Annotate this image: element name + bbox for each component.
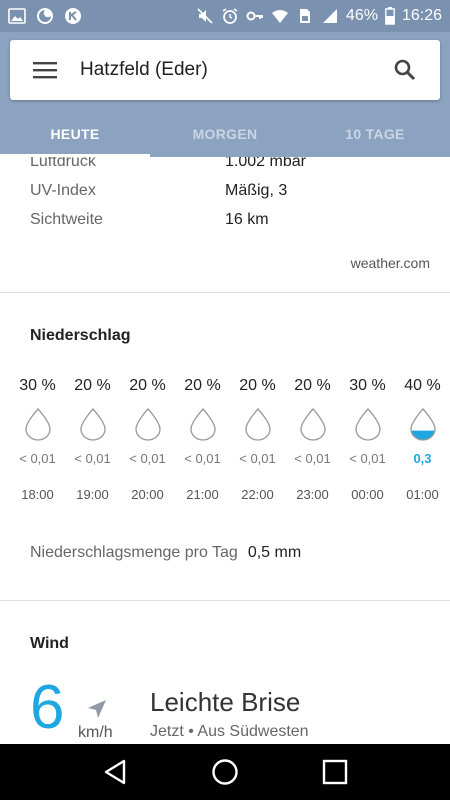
hamburger-menu-icon <box>33 62 57 79</box>
raindrop-icon <box>244 408 271 441</box>
precipitation-time: 19:00 <box>76 487 109 502</box>
source-link[interactable]: weather.com <box>351 255 430 271</box>
content-scroll[interactable]: Luftdruck 1.002 mbar UV-Index Mäßig, 3 S… <box>0 157 450 744</box>
daily-precipitation-value: 0,5 mm <box>247 544 302 561</box>
battery-percent: 46% <box>345 7 378 24</box>
location-search-card[interactable]: Hatzfeld (Eder) <box>10 40 440 100</box>
precipitation-time: 23:00 <box>296 487 329 502</box>
back-button[interactable] <box>90 747 140 797</box>
tab-10-tage[interactable]: 10 TAGE <box>300 110 450 157</box>
precipitation-time: 21:00 <box>186 487 219 502</box>
recents-square-icon <box>322 759 348 785</box>
raindrop-icon <box>409 408 436 441</box>
menu-button[interactable] <box>10 40 80 100</box>
precipitation-probability: 20 % <box>129 377 166 394</box>
precipitation-amount: < 0,01 <box>129 451 166 466</box>
clock: 16:26 <box>401 7 442 24</box>
raindrop-icon <box>134 408 161 441</box>
signal-icon <box>321 7 339 25</box>
wind-unit: km/h <box>78 724 113 741</box>
gallery-notification-icon <box>8 7 26 25</box>
precipitation-amount: < 0,01 <box>294 451 331 466</box>
detail-value: 16 km <box>225 211 269 228</box>
raindrop-icon <box>79 408 106 441</box>
wind-title: Wind <box>30 635 69 652</box>
precipitation-hour: 20 % < 0,01 20:00 <box>120 377 175 517</box>
precipitation-hour: 30 % < 0,01 00:00 <box>340 377 395 517</box>
back-triangle-icon <box>104 759 126 785</box>
precipitation-amount: 0,3 <box>413 451 432 466</box>
precipitation-hour: 40 % 0,3 01:00 <box>395 377 450 517</box>
tab-heute[interactable]: HEUTE <box>0 110 150 157</box>
detail-label: Luftdruck <box>30 157 96 170</box>
precipitation-probability: 30 % <box>19 377 56 394</box>
precipitation-time: 22:00 <box>241 487 274 502</box>
sim-icon <box>296 7 314 25</box>
firefox-notification-icon <box>36 7 54 25</box>
precipitation-probability: 20 % <box>184 377 221 394</box>
precipitation-probability: 30 % <box>349 377 386 394</box>
precipitation-probability: 20 % <box>74 377 111 394</box>
raindrop-icon <box>189 408 216 441</box>
detail-label: UV-Index <box>30 182 96 199</box>
detail-row-sichtweite: Sichtweite 16 km <box>30 211 430 229</box>
precipitation-probability: 40 % <box>404 377 441 394</box>
tab-morgen[interactable]: MORGEN <box>150 110 300 157</box>
location-title[interactable]: Hatzfeld (Eder) <box>80 59 370 81</box>
precipitation-amount: < 0,01 <box>19 451 56 466</box>
precipitation-hour: 20 % < 0,01 22:00 <box>230 377 285 517</box>
precipitation-title: Niederschlag <box>30 327 131 344</box>
precipitation-amount: < 0,01 <box>239 451 276 466</box>
alarm-icon <box>221 7 239 25</box>
daily-precipitation: Niederschlagsmenge pro Tag 0,5 mm <box>30 544 301 562</box>
precipitation-probability: 20 % <box>294 377 331 394</box>
detail-value: 1.002 mbar <box>225 157 306 170</box>
navigation-bar <box>0 744 450 800</box>
raindrop-icon <box>354 408 381 441</box>
precipitation-hour: 20 % < 0,01 23:00 <box>285 377 340 517</box>
battery-icon <box>385 7 395 25</box>
status-bar: 46% 16:26 <box>0 0 450 32</box>
detail-row-luftdruck: Luftdruck 1.002 mbar <box>30 157 430 171</box>
mute-icon <box>196 7 214 25</box>
wind-speed: 6 <box>30 673 65 742</box>
search-button[interactable] <box>370 40 440 100</box>
precipitation-time: 18:00 <box>21 487 54 502</box>
precipitation-probability: 20 % <box>239 377 276 394</box>
wind-description: Leichte Brise <box>150 687 301 717</box>
divider <box>0 292 450 293</box>
precipitation-hour: 30 % < 0,01 18:00 <box>10 377 65 517</box>
precipitation-hourly-grid: 30 % < 0,01 18:00 20 % < 0,01 19:00 20 % < 0,01… <box>10 377 450 517</box>
precipitation-amount: < 0,01 <box>349 451 386 466</box>
divider <box>0 600 450 601</box>
precipitation-time: 20:00 <box>131 487 164 502</box>
search-icon <box>394 59 416 81</box>
home-button[interactable] <box>200 747 250 797</box>
tab-bar: HEUTE MORGEN 10 TAGE <box>0 110 450 157</box>
precipitation-amount: < 0,01 <box>184 451 221 466</box>
vpn-key-icon <box>246 7 264 25</box>
wifi-icon <box>271 7 289 25</box>
detail-row-uv-index: UV-Index Mäßig, 3 <box>30 182 430 200</box>
precipitation-hour: 20 % < 0,01 19:00 <box>65 377 120 517</box>
detail-label: Sichtweite <box>30 211 103 228</box>
daily-precipitation-label: Niederschlagsmenge pro Tag <box>30 544 238 561</box>
raindrop-icon <box>24 408 51 441</box>
precipitation-time: 00:00 <box>351 487 384 502</box>
raindrop-icon <box>299 408 326 441</box>
detail-value: Mäßig, 3 <box>225 182 288 199</box>
recents-button[interactable] <box>310 747 360 797</box>
wind-subtitle: Jetzt • Aus Südwesten <box>150 723 309 740</box>
precipitation-hour: 20 % < 0,01 21:00 <box>175 377 230 517</box>
app-notification-icon <box>64 7 82 25</box>
precipitation-amount: < 0,01 <box>74 451 111 466</box>
precipitation-time: 01:00 <box>406 487 439 502</box>
wind-direction-arrow-icon <box>88 700 106 718</box>
home-circle-icon <box>212 759 238 785</box>
app-header: Hatzfeld (Eder) HEUTE MORGEN 10 TAGE <box>0 32 450 157</box>
